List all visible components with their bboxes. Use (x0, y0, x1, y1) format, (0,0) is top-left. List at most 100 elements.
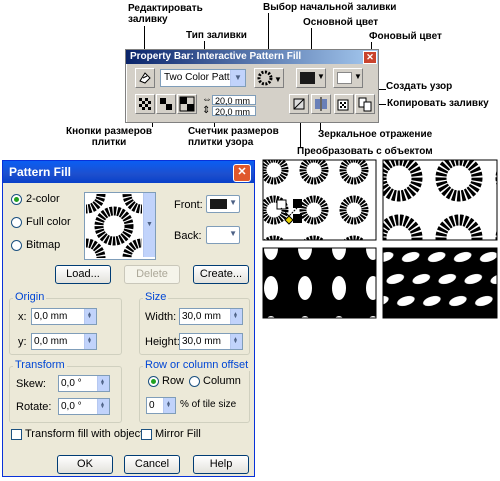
front-color-button[interactable]: ▼ (206, 195, 240, 213)
radio-two-color-label: 2-color (26, 193, 60, 205)
fill-type-select[interactable]: Two Color Patt... ▼ (160, 69, 246, 87)
back-color-picker[interactable]: ▼ (333, 68, 363, 88)
start-fill-picker[interactable]: ▼ (254, 68, 284, 88)
size-height-label: Height: (145, 336, 180, 348)
front-color-swatch (210, 199, 227, 209)
offset-group-title: Row or column offset (143, 359, 251, 371)
create-button[interactable]: Create... (193, 265, 249, 284)
annotation-transform-with-object: Преобразовать с объектом (297, 146, 433, 157)
sample-tile-skewed (382, 247, 498, 319)
annotation-tile-size-buttons: Кнопки размеров плитки (66, 126, 153, 148)
handle-square[interactable] (293, 214, 302, 223)
transform-with-object-button[interactable] (289, 94, 309, 114)
annotation-edit-fill: Редактировать заливку (128, 3, 203, 25)
mirror-fill-checkbox[interactable] (141, 429, 152, 440)
annotation-bg-color: Фоновый цвет (369, 31, 442, 42)
checker-medium-icon (160, 98, 172, 110)
size-height-input[interactable]: 30,0 mm (179, 332, 243, 350)
mirror-button[interactable] (311, 94, 331, 114)
copy-fill-icon (358, 97, 372, 112)
offset-unit-label: % of tile size (180, 399, 237, 410)
offset-input[interactable]: 0 (146, 396, 176, 414)
edit-fill-icon (139, 72, 151, 84)
close-icon[interactable]: ✕ (233, 164, 251, 182)
chevron-down-icon: ▼ (230, 70, 245, 86)
origin-group-title: Origin (13, 291, 47, 303)
close-icon[interactable]: ✕ (363, 51, 377, 64)
edit-fill-button[interactable] (135, 68, 155, 88)
pattern-fill-dialog: Pattern Fill ✕ 2-color Full color Bitmap… (2, 160, 255, 477)
copy-fill-button[interactable] (355, 94, 375, 114)
property-bar: Property Bar: Interactive Pattern Fill ✕… (125, 49, 379, 123)
radio-full-color[interactable] (11, 217, 22, 228)
tile-width-field[interactable]: 20,0 mm (212, 95, 256, 106)
skew-value: 0,0 ° (61, 378, 82, 389)
pattern-preview[interactable]: ▼ (84, 192, 156, 260)
cancel-button[interactable]: Cancel (124, 455, 180, 474)
tile-height-field[interactable]: 20,0 mm (212, 106, 256, 117)
spinner-icon[interactable] (163, 396, 175, 414)
radio-full-color-label: Full color (26, 216, 71, 228)
svg-text:▼: ▼ (274, 75, 282, 84)
mirror-fill-label: Mirror Fill (155, 428, 201, 440)
radio-row-label: Row (162, 375, 185, 387)
handle-square[interactable] (276, 199, 287, 210)
back-color-swatch (337, 72, 352, 84)
annotation-create-pattern: Создать узор (386, 81, 453, 92)
chevron-down-icon: ▼ (229, 198, 237, 207)
chevron-down-icon: ▼ (354, 72, 362, 81)
radio-bitmap[interactable] (11, 240, 22, 251)
tile-size-medium-button[interactable] (156, 94, 176, 114)
radio-two-color[interactable] (11, 194, 22, 205)
annotation-fill-type: Тип заливки (186, 30, 247, 41)
chevron-down-icon: ▼ (317, 72, 325, 81)
size-width-input[interactable]: 30,0 mm (179, 307, 243, 325)
help-button[interactable]: Help (193, 455, 249, 474)
spinner-icon[interactable] (84, 307, 96, 325)
spinner-icon[interactable] (230, 332, 242, 350)
spinner-icon[interactable] (97, 374, 109, 392)
annotation-main-color: Основной цвет (303, 17, 379, 28)
handle-square[interactable] (293, 199, 302, 208)
pattern-dropdown-arrow[interactable]: ▼ (143, 193, 155, 257)
transform-fill-checkbox[interactable] (11, 429, 22, 440)
delete-button[interactable]: Delete (124, 265, 180, 284)
tile-size-small-button[interactable] (135, 94, 155, 114)
size-width-label: Width: (145, 311, 177, 323)
origin-y-value: 0,0 mm (34, 336, 68, 347)
spinner-icon[interactable] (84, 332, 96, 350)
tile-size-large-button[interactable] (177, 94, 197, 114)
sample-tile-mirrored (262, 247, 377, 319)
ok-button[interactable]: OK (57, 455, 113, 474)
rotate-label: Rotate: (16, 401, 52, 413)
origin-y-label: y: (18, 336, 27, 348)
height-icon: ⇕ (202, 105, 211, 116)
annotation-pick-start: Выбор начальной заливки (263, 2, 397, 13)
sample-tile-large (382, 159, 498, 241)
skew-input[interactable]: 0,0 ° (58, 374, 110, 392)
size-group-title: Size (143, 291, 169, 303)
rotate-value: 0,0 ° (61, 401, 82, 412)
mirror-icon (315, 97, 327, 111)
origin-x-label: x: (18, 311, 27, 323)
origin-x-input[interactable]: 0,0 mm (31, 307, 97, 325)
front-label: Front: (174, 199, 203, 211)
property-bar-title: Property Bar: Interactive Pattern Fill (126, 50, 378, 64)
annotation-mirror: Зеркальное отражение (318, 129, 433, 140)
load-button[interactable]: Load... (55, 265, 111, 284)
rotate-input[interactable]: 0,0 ° (58, 397, 110, 415)
transform-group-title: Transform (13, 359, 67, 371)
size-height-value: 30,0 mm (182, 336, 221, 347)
create-pattern-button[interactable] (334, 94, 354, 114)
pattern-ring-icon: ▼ (257, 70, 282, 86)
front-color-picker[interactable]: ▼ (296, 68, 326, 88)
radio-column[interactable] (189, 376, 200, 387)
spinner-icon[interactable] (97, 397, 109, 415)
chevron-down-icon: ▼ (229, 229, 237, 238)
back-color-swatch (210, 230, 227, 240)
origin-y-input[interactable]: 0,0 mm (31, 332, 97, 350)
create-pattern-icon (337, 99, 349, 111)
spinner-icon[interactable] (230, 307, 242, 325)
back-color-button[interactable]: ▼ (206, 226, 240, 244)
radio-row[interactable] (148, 376, 159, 387)
